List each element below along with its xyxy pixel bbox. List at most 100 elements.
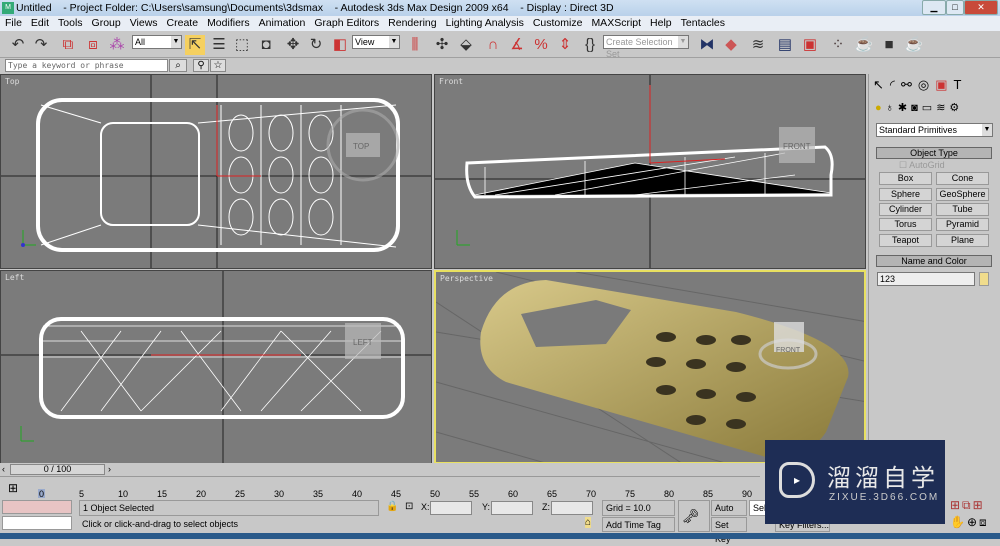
pivot-center-icon[interactable]: ⫼	[405, 35, 425, 55]
schematic-view-icon[interactable]: ▣	[800, 35, 820, 55]
previous-frame-icon[interactable]: ‹	[2, 464, 10, 475]
set-key-icon[interactable]: 🗝	[678, 500, 710, 532]
menu-tools[interactable]: Tools	[58, 17, 83, 29]
scale-icon[interactable]: ◧	[330, 35, 350, 55]
keyboard-shortcut-icon[interactable]: ⬙	[456, 35, 476, 55]
bind-space-warp-icon[interactable]: ⁂	[107, 35, 127, 55]
sphere-button[interactable]: Sphere	[879, 188, 932, 201]
zoom-controls-icon[interactable]: ⊞⧉⊞	[950, 498, 985, 513]
rendered-frame-window-icon[interactable]: ■	[879, 35, 899, 55]
modify-tab-icon[interactable]: ◜	[890, 77, 901, 92]
menu-modifiers[interactable]: Modifiers	[207, 17, 250, 29]
menu-tentacles[interactable]: Tentacles	[681, 17, 725, 29]
menu-animation[interactable]: Animation	[259, 17, 306, 29]
mirror-icon[interactable]: ⧓	[697, 35, 717, 55]
cone-button[interactable]: Cone	[936, 172, 989, 185]
x-coordinate-input[interactable]	[430, 501, 472, 515]
box-button[interactable]: Box	[879, 172, 932, 185]
search-input[interactable]: Type a keyword or phrase	[5, 59, 168, 72]
menu-group[interactable]: Group	[92, 17, 121, 29]
reference-coordinate-dropdown[interactable]: View ▼	[352, 35, 400, 49]
time-tag-icon[interactable]: ⌂	[585, 517, 592, 528]
next-frame-icon[interactable]: ›	[108, 464, 111, 474]
display-tab-icon[interactable]: ▣	[935, 77, 953, 92]
menu-lighting-analysis[interactable]: Lighting Analysis	[446, 17, 524, 29]
teapot-button[interactable]: Teapot	[879, 234, 932, 247]
rotate-icon[interactable]: ↻	[306, 35, 326, 55]
space-warps-icon[interactable]: ≋	[936, 102, 949, 114]
shapes-icon[interactable]: ♁	[886, 102, 898, 114]
helpers-icon[interactable]: ▭	[922, 102, 936, 114]
viewcube-left[interactable]: LEFT	[353, 338, 373, 347]
geosphere-button[interactable]: GeoSphere	[936, 188, 989, 201]
category-dropdown[interactable]: Standard Primitives ▼	[876, 123, 993, 137]
plane-button[interactable]: Plane	[936, 234, 989, 247]
percent-snap-icon[interactable]: %	[531, 35, 551, 55]
named-selection-set-dropdown[interactable]: Create Selection Set ▼	[603, 35, 689, 59]
cylinder-button[interactable]: Cylinder	[879, 203, 932, 216]
spinner-snap-icon[interactable]: ⇕	[555, 35, 575, 55]
y-coordinate-input[interactable]	[491, 501, 533, 515]
menu-rendering[interactable]: Rendering	[388, 17, 436, 29]
menu-customize[interactable]: Customize	[533, 17, 583, 29]
name-and-color-rollout[interactable]: Name and Color	[876, 255, 992, 267]
menu-help[interactable]: Help	[650, 17, 672, 29]
autogrid-checkbox[interactable]: ☐ AutoGrid	[899, 160, 945, 171]
torus-button[interactable]: Torus	[879, 218, 932, 231]
time-slider[interactable]: 0 / 100	[10, 464, 105, 475]
minimize-button[interactable]: ▁	[922, 0, 946, 15]
menu-edit[interactable]: Edit	[31, 17, 49, 29]
motion-tab-icon[interactable]: ◎	[918, 77, 935, 92]
snaps-toggle-icon[interactable]: ∩	[483, 35, 503, 55]
move-icon[interactable]: ✥	[283, 35, 303, 55]
hierarchy-tab-icon[interactable]: ⚯	[901, 77, 918, 92]
pan-orbit-icon[interactable]: ✋⊕⧈	[950, 515, 989, 530]
unlink-icon[interactable]: ⧈	[83, 35, 103, 55]
menu-file[interactable]: File	[5, 17, 22, 29]
set-key-button[interactable]: Set Key	[711, 517, 747, 544]
rectangular-selection-icon[interactable]: ⬚	[232, 35, 252, 55]
window-crossing-icon[interactable]: ◘	[256, 35, 276, 55]
viewport-front[interactable]: Front FRONT	[434, 74, 866, 269]
angle-snap-icon[interactable]: ∡	[507, 35, 527, 55]
viewcube-front[interactable]: FRONT	[783, 142, 811, 151]
quick-render-icon[interactable]: ☕	[904, 35, 924, 55]
layer-manager-icon[interactable]: ≋	[748, 35, 768, 55]
systems-icon[interactable]: ⚙	[949, 102, 963, 114]
search-icon[interactable]: ⌕	[169, 59, 187, 72]
select-by-name-icon[interactable]: ☰	[209, 35, 229, 55]
viewport-perspective[interactable]: Perspective FRONT	[434, 270, 866, 464]
material-editor-icon[interactable]: ⁘	[828, 35, 848, 55]
object-name-input[interactable]: 123	[877, 272, 975, 286]
maximize-button[interactable]: □	[946, 0, 964, 15]
communication-center-icon[interactable]: ⚲	[193, 59, 209, 72]
maxscript-listener-pink[interactable]	[2, 500, 72, 514]
pyramid-button[interactable]: Pyramid	[936, 218, 989, 231]
object-type-rollout[interactable]: Object Type	[876, 147, 992, 159]
select-object-icon[interactable]: ⇱	[185, 35, 205, 55]
align-icon[interactable]: ◆	[721, 35, 741, 55]
redo-icon[interactable]: ↷	[31, 35, 51, 55]
command-panel-tabs[interactable]: ↖◜⚯◎▣T	[873, 77, 967, 93]
cameras-icon[interactable]: ◙	[911, 102, 922, 114]
curve-editor-icon[interactable]: ▤	[775, 35, 795, 55]
add-time-tag-button[interactable]: Add Time Tag	[602, 517, 675, 532]
maxscript-listener-white[interactable]	[2, 516, 72, 530]
geometry-icon[interactable]: ●	[875, 102, 886, 114]
edit-named-selection-icon[interactable]: {}	[580, 35, 600, 55]
absolute-mode-icon[interactable]: ⊡	[405, 501, 413, 512]
utilities-tab-icon[interactable]: T	[954, 77, 968, 92]
tube-button[interactable]: Tube	[936, 203, 989, 216]
close-button[interactable]: ✕	[964, 0, 998, 15]
z-coordinate-input[interactable]	[551, 501, 593, 515]
object-color-swatch[interactable]	[979, 272, 989, 286]
link-icon[interactable]: ⧉	[58, 35, 78, 55]
menu-views[interactable]: Views	[130, 17, 158, 29]
render-setup-icon[interactable]: ☕	[854, 35, 874, 55]
menu-create[interactable]: Create	[167, 17, 199, 29]
mini-curve-editor-icon[interactable]: ⊞	[8, 481, 18, 495]
select-manipulate-icon[interactable]: ✣	[432, 35, 452, 55]
auto-key-button[interactable]: Auto Key	[711, 500, 747, 527]
menu-graph-editors[interactable]: Graph Editors	[314, 17, 379, 29]
undo-icon[interactable]: ↶	[8, 35, 28, 55]
